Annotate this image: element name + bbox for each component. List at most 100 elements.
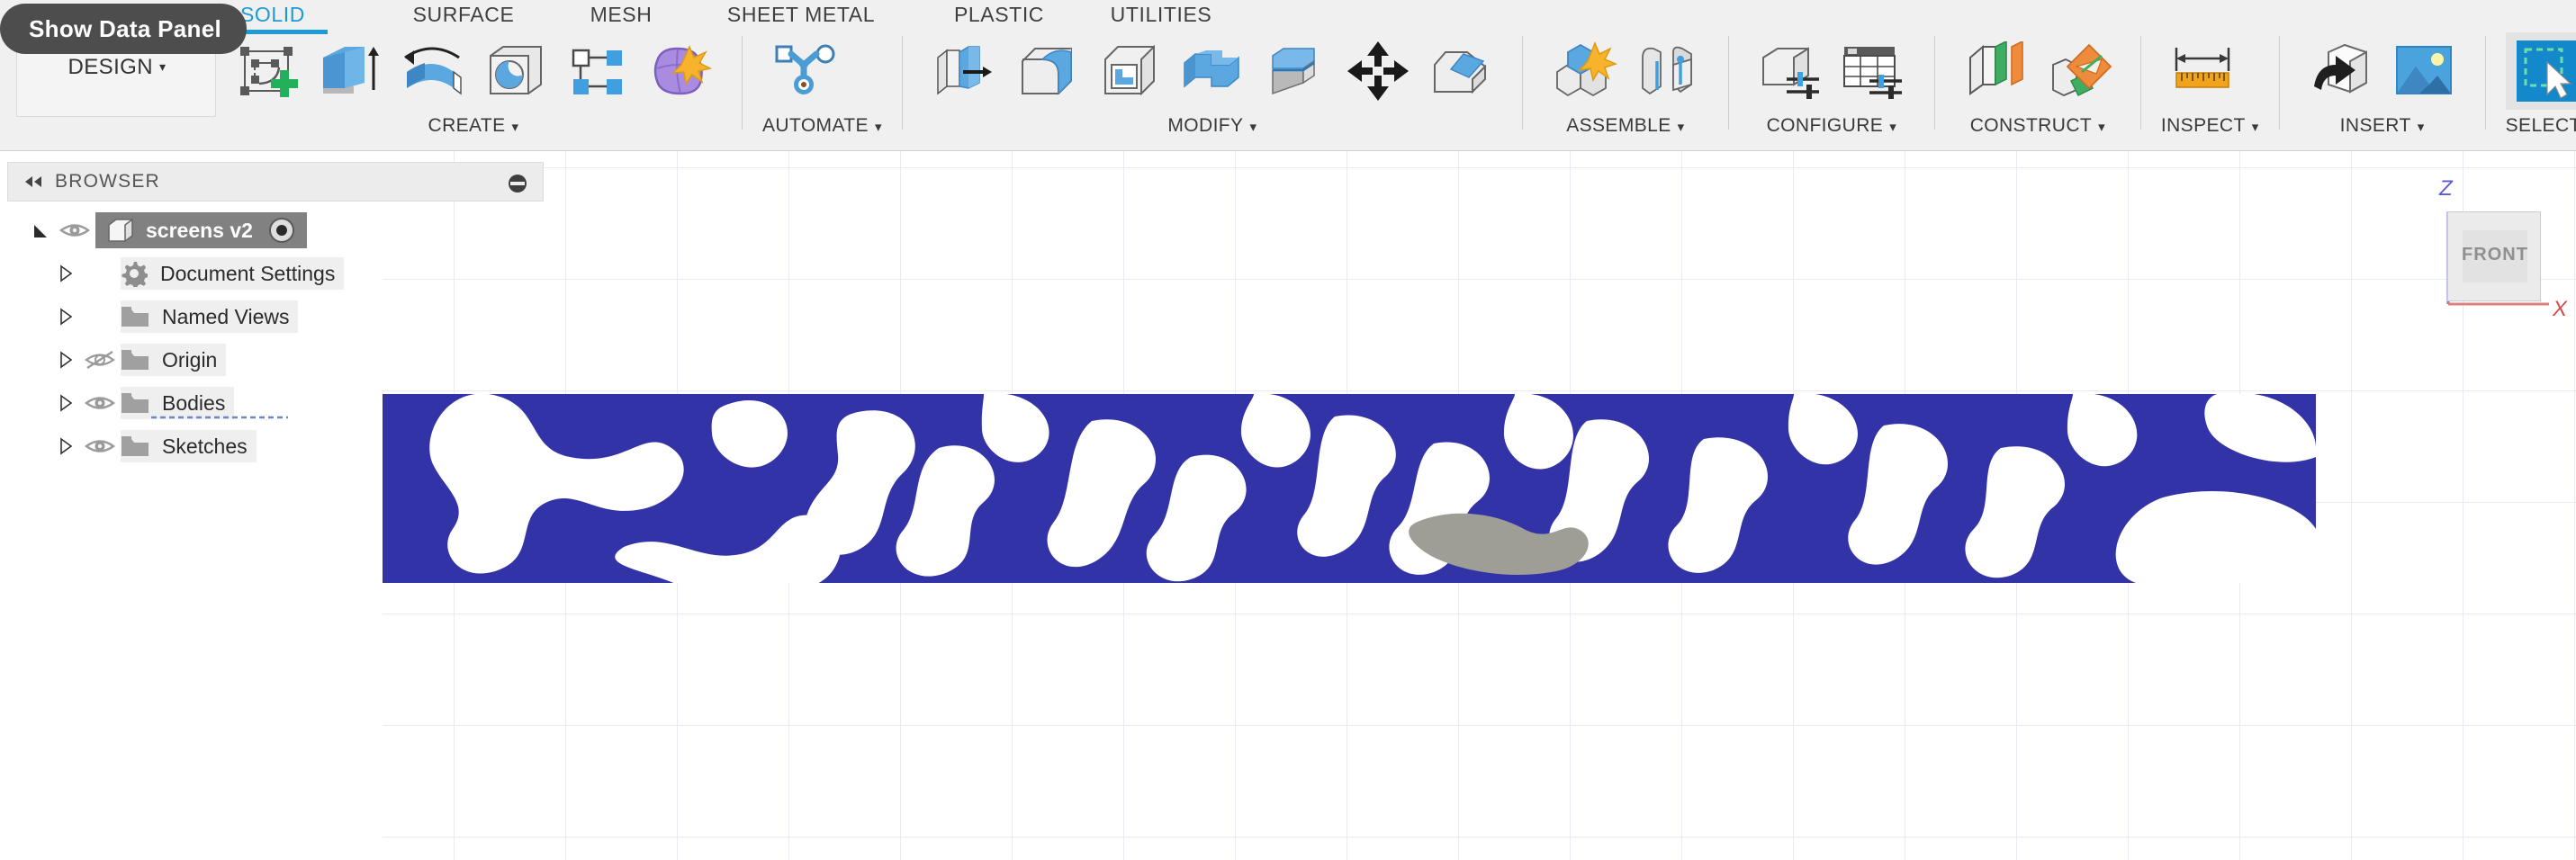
chevron-down-icon: ▾ [159, 59, 167, 74]
automate-button[interactable] [762, 32, 845, 110]
expand-triangle-open-icon[interactable] [27, 221, 54, 239]
workspace-tab-plastic[interactable]: PLASTIC [918, 3, 1080, 27]
expand-triangle-closed-icon[interactable] [52, 394, 79, 412]
hole-button[interactable] [473, 32, 556, 110]
rectangular-pattern-button[interactable] [556, 32, 639, 110]
workspace-tab-surface[interactable]: SURFACE [378, 3, 549, 27]
select-tool-button[interactable] [2505, 32, 2576, 110]
group-divider [2484, 36, 2486, 130]
ribbon-group-label[interactable]: CREATE ▾ [225, 115, 722, 137]
ribbon-toolbar: SOLID SURFACE MESH SHEET METAL PLASTIC UTILIT… [0, 0, 2576, 151]
create-form-button[interactable] [639, 32, 722, 110]
view-cube-front-face[interactable]: FRONT [2447, 211, 2541, 301]
tree-item-chip[interactable]: Origin [121, 344, 227, 376]
axis-label-x: X [2553, 297, 2568, 321]
eye-visible-icon[interactable] [79, 436, 121, 456]
tree-item-chip[interactable]: Document Settings [121, 257, 345, 290]
tree-item-chip[interactable]: Sketches [121, 430, 257, 462]
grid-line [383, 167, 2576, 168]
workspace-tab-mesh[interactable]: MESH [558, 3, 684, 27]
tree-item-chip[interactable]: screens v2 [95, 212, 307, 248]
press-pull-button[interactable] [923, 32, 1005, 110]
tree-item-label: Origin [162, 347, 218, 372]
tree-item-screens-v2[interactable]: screens v2 [7, 209, 547, 252]
show-data-panel-tooltip: Show Data Panel [0, 4, 247, 54]
align-button[interactable] [1419, 32, 1502, 110]
split-face-button[interactable] [1254, 32, 1337, 110]
expand-triangle-closed-icon[interactable] [52, 308, 79, 326]
group-divider [1933, 36, 1935, 130]
plane-at-angle-button[interactable] [2038, 32, 2121, 110]
folder-icon [121, 391, 149, 415]
active-component-radio[interactable] [267, 216, 296, 245]
collapse-left-icon[interactable] [21, 174, 48, 190]
shell-icon [1098, 41, 1161, 101]
tree-item-document-settings[interactable]: Document Settings [7, 252, 547, 295]
expand-triangle-closed-icon[interactable] [52, 437, 79, 455]
chevron-down-icon: ▾ [874, 120, 882, 135]
tree-item-chip[interactable]: Named Views [121, 300, 299, 333]
expand-triangle-closed-icon[interactable] [52, 351, 79, 369]
ribbon-group-label[interactable]: ASSEMBLE ▾ [1543, 115, 1708, 137]
expand-triangle-closed-icon[interactable] [52, 264, 79, 282]
measure-button[interactable] [2161, 32, 2244, 110]
eye-visible-icon[interactable] [54, 220, 95, 240]
tree-item-named-views[interactable]: Named Views [7, 295, 547, 338]
drop-target-indicator [151, 412, 288, 419]
workspace-tab-sheet-metal[interactable]: SHEET METAL [684, 3, 918, 27]
tree-item-sketches[interactable]: Sketches [7, 425, 547, 468]
ribbon-group-label[interactable]: MODIFY ▾ [923, 115, 1502, 137]
group-divider [2139, 36, 2141, 130]
ribbon-group-label[interactable]: INSPECT ▾ [2161, 115, 2259, 137]
workspace-tab-utilities[interactable]: UTILITIES [1071, 3, 1251, 27]
chevron-down-icon: ▾ [511, 120, 519, 135]
ribbon-group-construct: CONSTRUCT ▾ [1955, 32, 2121, 149]
angled-plane-icon [2046, 41, 2112, 101]
eye-hidden-icon[interactable] [79, 350, 121, 370]
ribbon-group-automate: AUTOMATE ▾ [762, 32, 882, 149]
configuration-table-button[interactable] [1832, 32, 1914, 110]
solid-body-shape[interactable] [383, 394, 2424, 628]
ribbon-group-insert: INSERT ▾ [2300, 32, 2465, 149]
fillet-button[interactable] [1005, 32, 1088, 110]
move-copy-button[interactable] [1337, 32, 1419, 110]
insert-derive-icon [2309, 41, 2373, 101]
revolve-button[interactable] [391, 32, 473, 110]
folder-icon [121, 434, 149, 458]
extrude-button[interactable] [308, 32, 391, 110]
joint-button[interactable] [1626, 32, 1708, 110]
minimize-icon[interactable] [507, 173, 528, 194]
group-divider [1521, 36, 1523, 130]
configure-design-button[interactable] [1749, 32, 1832, 110]
ribbon-group-label[interactable]: INSERT ▾ [2300, 115, 2465, 137]
shell-button[interactable] [1088, 32, 1171, 110]
new-component-button[interactable] [1543, 32, 1626, 110]
configure-cube-icon [1756, 41, 1824, 101]
combine-button[interactable] [1171, 32, 1254, 110]
axis-label-z: Z [2439, 176, 2453, 201]
tooltip-text: Show Data Panel [29, 14, 221, 42]
browser-tree: screens v2 Document Settings Named Views… [7, 209, 547, 468]
chevron-down-icon: ▾ [2417, 120, 2425, 135]
gear-icon [121, 260, 148, 287]
ribbon-group-label[interactable]: CONFIGURE ▾ [1749, 115, 1914, 137]
ribbon-group-label[interactable]: SELECT▾ [2506, 115, 2576, 137]
document-icon [106, 217, 135, 244]
measure-ruler-icon [2167, 44, 2238, 98]
insert-canvas-button[interactable] [2382, 32, 2465, 110]
tree-item-label: Document Settings [160, 261, 336, 285]
3d-canvas[interactable] [383, 151, 2576, 860]
ribbon-group-label[interactable]: AUTOMATE ▾ [762, 115, 882, 137]
browser-panel-header[interactable]: BROWSER [7, 162, 544, 202]
chevron-down-icon: ▾ [1889, 120, 1897, 135]
workspace-tab-strip: SOLID SURFACE MESH SHEET METAL PLASTIC UTILIT… [0, 0, 2576, 36]
offset-plane-button[interactable] [1955, 32, 2038, 110]
insert-derive-button[interactable] [2300, 32, 2382, 110]
eye-visible-icon[interactable] [79, 393, 121, 413]
tree-item-origin[interactable]: Origin [7, 338, 547, 381]
view-cube[interactable]: FRONT Z X [2430, 171, 2574, 321]
tree-item-bodies[interactable]: Bodies [7, 381, 547, 425]
ribbon-group-label[interactable]: CONSTRUCT ▾ [1955, 115, 2121, 137]
extrude-icon [318, 41, 381, 101]
split-face-icon [1264, 41, 1327, 101]
